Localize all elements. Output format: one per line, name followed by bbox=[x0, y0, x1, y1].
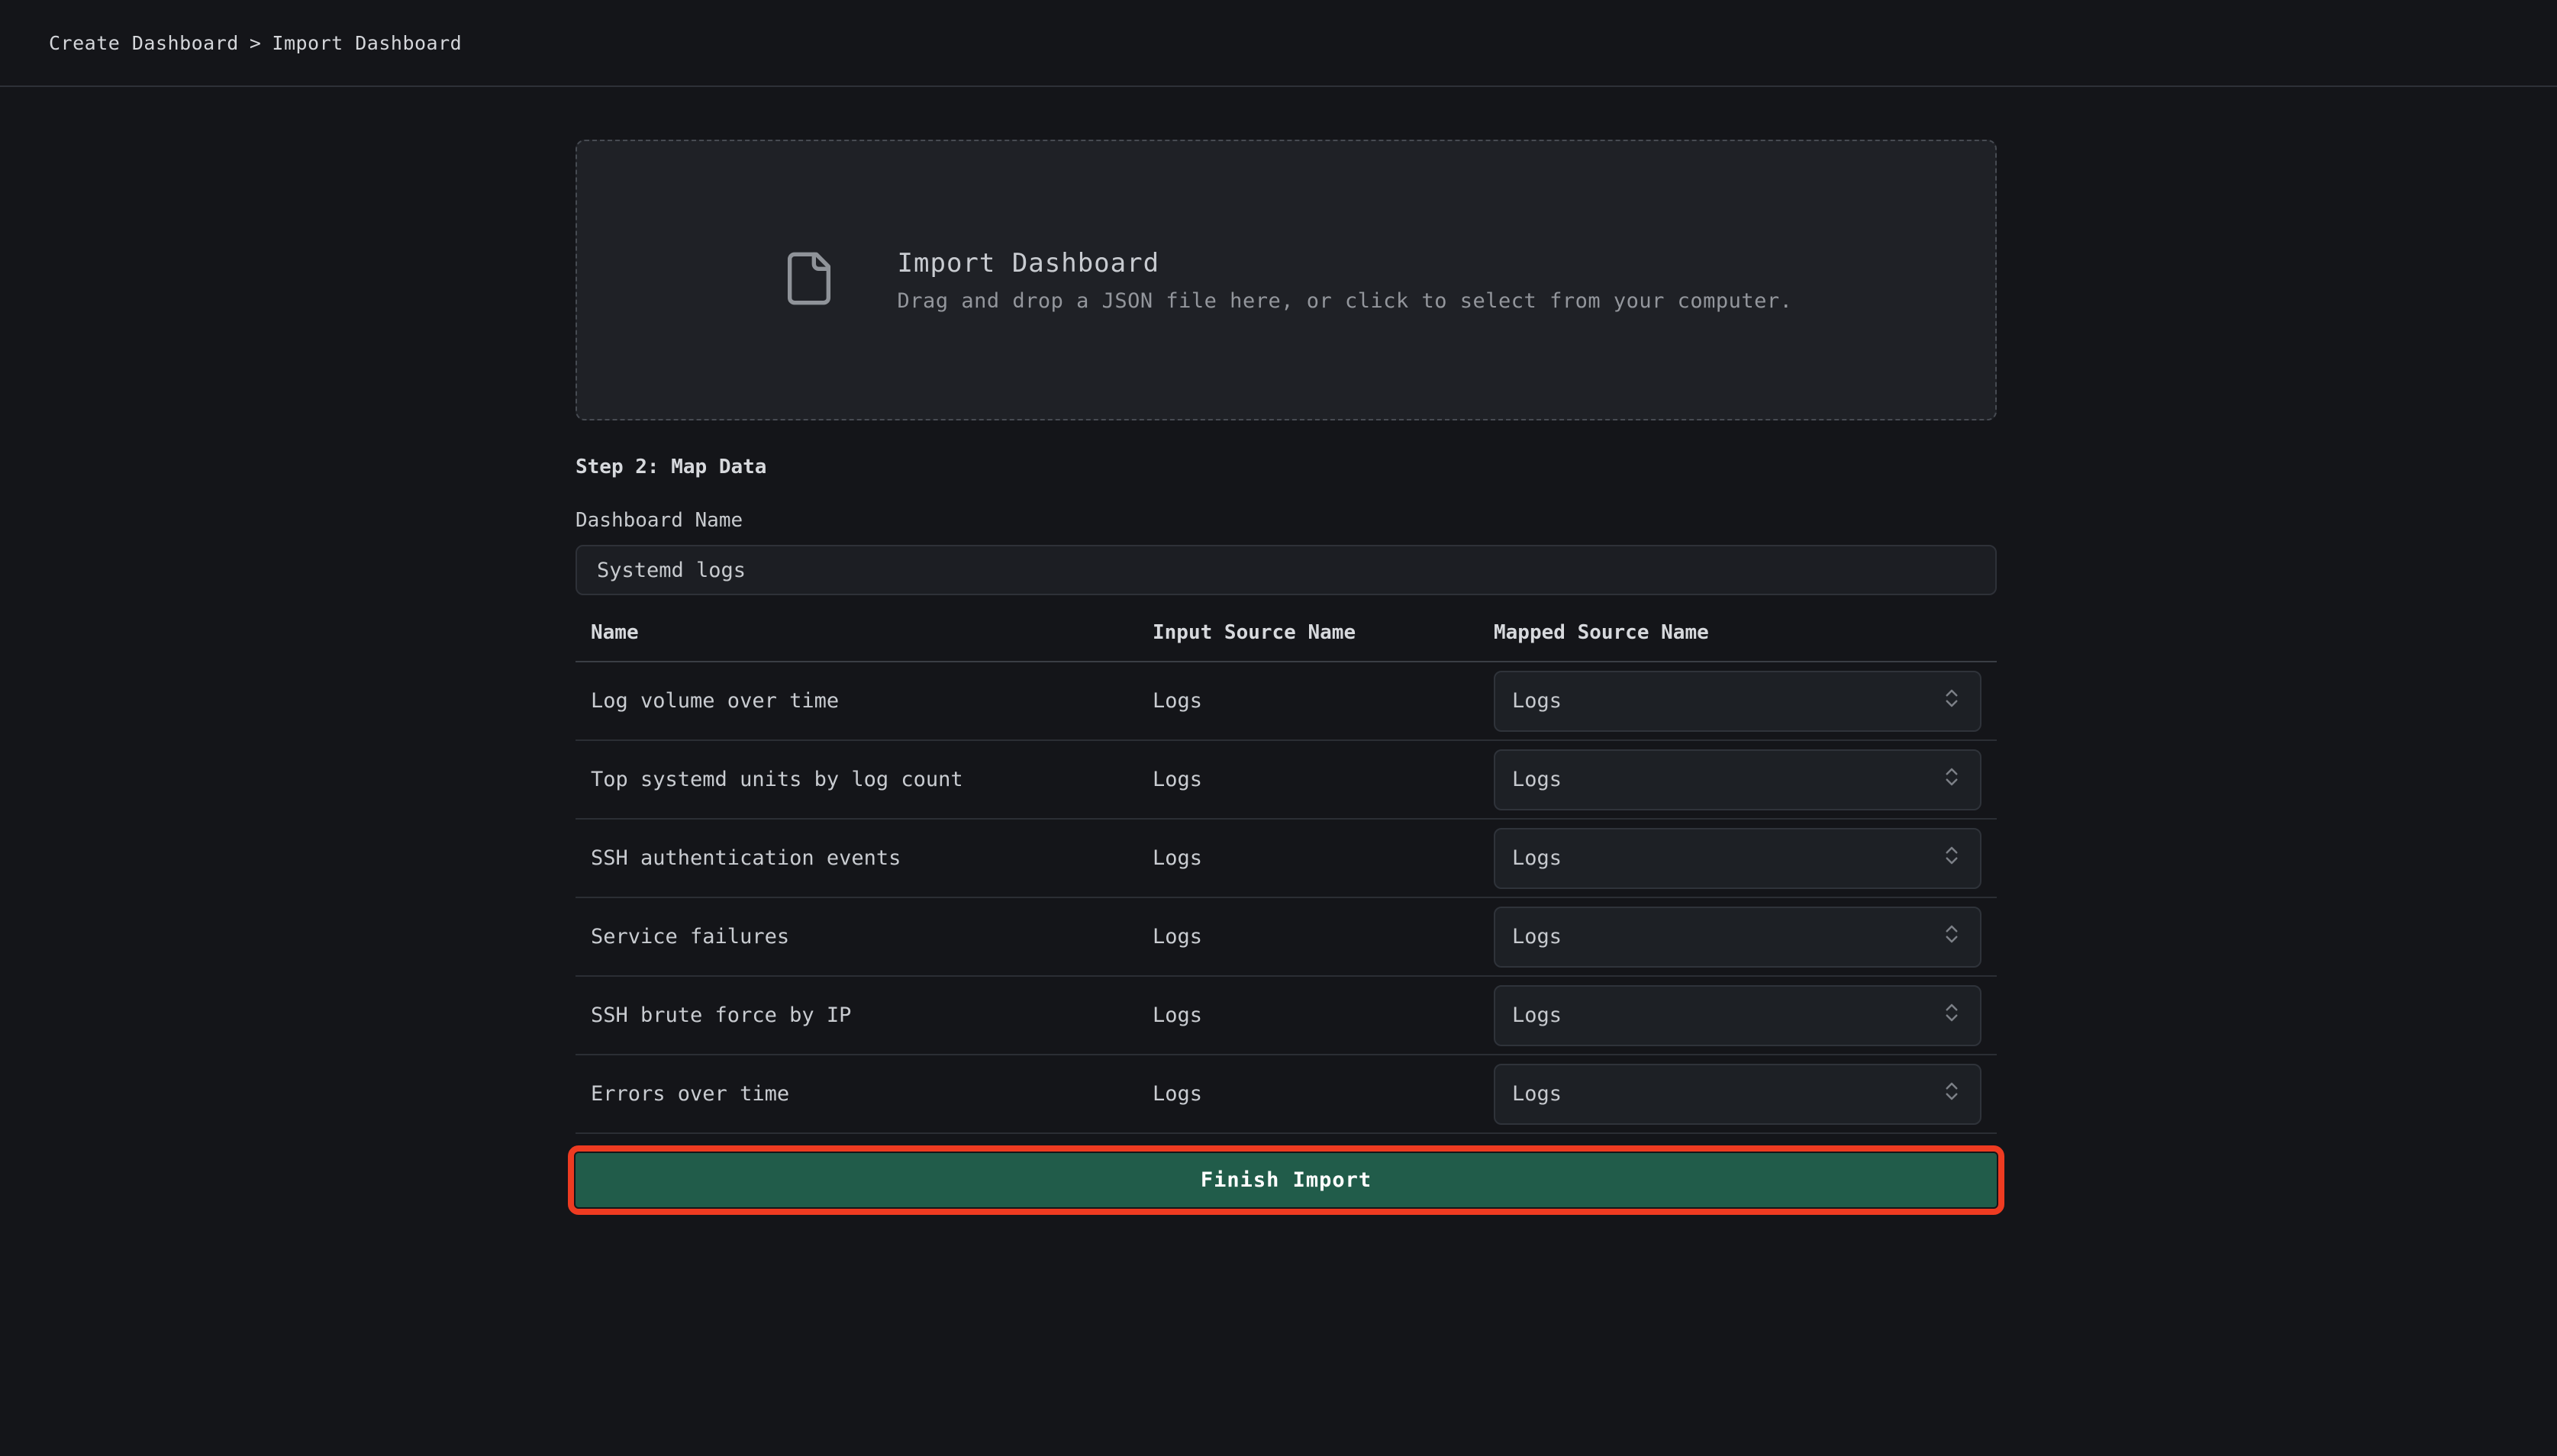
table-row: Errors over time Logs Logs bbox=[576, 1055, 1997, 1134]
chevron-up-down-icon bbox=[1940, 1001, 1963, 1029]
top-bar: Create Dashboard > Import Dashboard bbox=[0, 0, 2557, 87]
mapping-table: Name Input Source Name Mapped Source Nam… bbox=[576, 595, 1997, 1134]
table-row: SSH brute force by IP Logs Logs bbox=[576, 977, 1997, 1055]
chevron-up-down-icon bbox=[1940, 1080, 1963, 1108]
breadcrumb-create-dashboard[interactable]: Create Dashboard bbox=[49, 32, 239, 54]
table-row: Log volume over time Logs Logs bbox=[576, 662, 1997, 741]
widget-name-cell: SSH authentication events bbox=[591, 846, 1153, 870]
chevron-up-down-icon bbox=[1940, 765, 1963, 794]
column-header-input-source: Input Source Name bbox=[1153, 621, 1494, 644]
mapped-source-select[interactable]: Logs bbox=[1494, 749, 1981, 810]
mapped-source-select[interactable]: Logs bbox=[1494, 671, 1981, 732]
widget-name-cell: SSH brute force by IP bbox=[591, 1003, 1153, 1027]
widget-name-cell: Errors over time bbox=[591, 1082, 1153, 1106]
breadcrumb-import-dashboard: Import Dashboard bbox=[272, 32, 462, 54]
table-row: Service failures Logs Logs bbox=[576, 898, 1997, 977]
input-source-cell: Logs bbox=[1153, 1082, 1494, 1106]
input-source-cell: Logs bbox=[1153, 925, 1494, 949]
column-header-name: Name bbox=[591, 621, 1153, 644]
mapped-source-select[interactable]: Logs bbox=[1494, 1064, 1981, 1125]
dropzone-subtitle: Drag and drop a JSON file here, or click… bbox=[898, 289, 1793, 313]
widget-name-cell: Top systemd units by log count bbox=[591, 768, 1153, 791]
mapped-source-select[interactable]: Logs bbox=[1494, 828, 1981, 889]
mapped-source-select[interactable]: Logs bbox=[1494, 907, 1981, 968]
mapped-source-value: Logs bbox=[1512, 925, 1562, 949]
finish-import-button[interactable]: Finish Import bbox=[576, 1153, 1997, 1207]
mapped-source-value: Logs bbox=[1512, 846, 1562, 870]
input-source-cell: Logs bbox=[1153, 1003, 1494, 1027]
mapped-source-value: Logs bbox=[1512, 768, 1562, 791]
json-file-dropzone[interactable]: Import Dashboard Drag and drop a JSON fi… bbox=[576, 140, 1997, 420]
import-panel: Import Dashboard Drag and drop a JSON fi… bbox=[576, 140, 1997, 1207]
input-source-cell: Logs bbox=[1153, 689, 1494, 713]
dashboard-name-input[interactable] bbox=[576, 545, 1997, 595]
column-header-mapped-source: Mapped Source Name bbox=[1494, 621, 1981, 644]
mapped-source-select[interactable]: Logs bbox=[1494, 985, 1981, 1046]
table-row: SSH authentication events Logs Logs bbox=[576, 820, 1997, 898]
dropzone-title: Import Dashboard bbox=[898, 248, 1793, 279]
chevron-up-down-icon bbox=[1940, 687, 1963, 715]
mapped-source-value: Logs bbox=[1512, 689, 1562, 713]
input-source-cell: Logs bbox=[1153, 768, 1494, 791]
table-header-row: Name Input Source Name Mapped Source Nam… bbox=[576, 595, 1997, 662]
dropzone-text: Import Dashboard Drag and drop a JSON fi… bbox=[898, 248, 1793, 313]
input-source-cell: Logs bbox=[1153, 846, 1494, 870]
table-body: Log volume over time Logs Logs Top syste… bbox=[576, 662, 1997, 1134]
chevron-up-down-icon bbox=[1940, 923, 1963, 951]
mapped-source-value: Logs bbox=[1512, 1082, 1562, 1106]
step-heading: Step 2: Map Data bbox=[576, 456, 1997, 478]
mapped-source-value: Logs bbox=[1512, 1003, 1562, 1027]
chevron-up-down-icon bbox=[1940, 844, 1963, 872]
widget-name-cell: Service failures bbox=[591, 925, 1153, 949]
table-row: Top systemd units by log count Logs Logs bbox=[576, 741, 1997, 820]
widget-name-cell: Log volume over time bbox=[591, 689, 1153, 713]
breadcrumb-separator: > bbox=[250, 32, 262, 54]
dashboard-name-label: Dashboard Name bbox=[576, 509, 1997, 532]
breadcrumb: Create Dashboard > Import Dashboard bbox=[49, 32, 462, 54]
file-icon bbox=[780, 244, 838, 316]
